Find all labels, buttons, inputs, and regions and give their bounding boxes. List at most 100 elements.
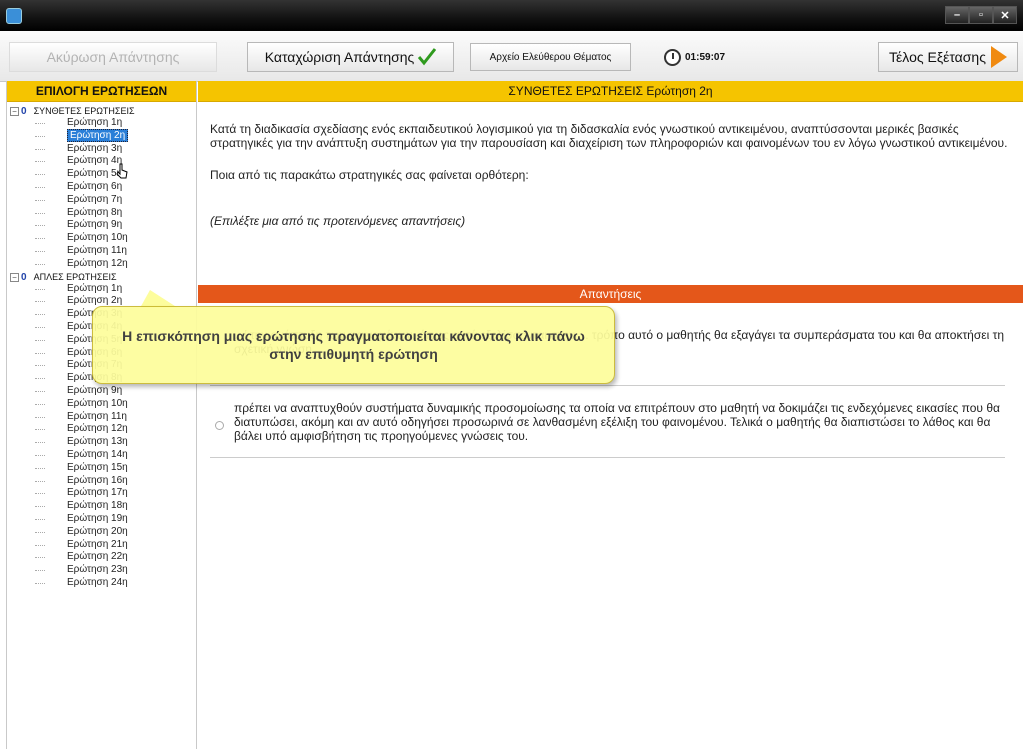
question-item[interactable]: Ερώτηση 12η [7, 258, 196, 271]
question-item[interactable]: Ερώτηση 18η [7, 500, 196, 513]
close-icon[interactable]: ✕ [993, 6, 1017, 24]
end-exam-label: Τέλος Εξέτασης [889, 49, 986, 65]
question-item-label: Ερώτηση 21η [67, 538, 128, 550]
question-item[interactable]: Ερώτηση 15η [7, 462, 196, 475]
question-item-label: Ερώτηση 1η [67, 282, 123, 294]
question-item-label: Ερώτηση 12η [67, 257, 128, 269]
question-item[interactable]: Ερώτηση 12η [7, 423, 196, 436]
group-count: 0 [21, 271, 27, 283]
question-item-label: Ερώτηση 10η [67, 232, 128, 244]
question-item-label: Ερώτηση 23η [67, 564, 128, 576]
maximize-icon[interactable]: ▫ [969, 6, 993, 24]
question-item[interactable]: Ερώτηση 22η [7, 551, 196, 564]
question-prompt: Ποια από τις παρακάτω στρατηγικές σας φα… [210, 168, 529, 182]
end-exam-button[interactable]: Τέλος Εξέτασης [878, 42, 1018, 72]
minimize-icon[interactable]: – [945, 6, 969, 24]
question-item[interactable]: Ερώτηση 7η [7, 194, 196, 207]
clock-icon [664, 49, 681, 66]
question-item[interactable]: Ερώτηση 2η [7, 128, 196, 143]
free-topic-file-label: Αρχείο Ελεύθερου Θέματος [489, 51, 612, 63]
question-item[interactable]: Ερώτηση 5η [7, 168, 196, 181]
exam-timer: 01:59:07 [664, 49, 725, 66]
tree-group[interactable]: −0 ΑΠΛΕΣ ΕΡΩΤΗΣΕΙΣ [7, 271, 196, 283]
question-item[interactable]: Ερώτηση 23η [7, 564, 196, 577]
question-item[interactable]: Ερώτηση 9η [7, 219, 196, 232]
question-item-label: Ερώτηση 9η [67, 219, 123, 231]
question-item[interactable]: Ερώτηση 3η [7, 143, 196, 156]
answers-header: Απαντήσεις [198, 285, 1023, 303]
question-item[interactable]: Ερώτηση 19η [7, 513, 196, 526]
question-item-label: Ερώτηση 17η [67, 487, 128, 499]
question-item-label: Ερώτηση 10η [67, 397, 128, 409]
question-item-label: Ερώτηση 20η [67, 525, 128, 537]
question-item-label: Ερώτηση 2η [67, 295, 123, 307]
answer-option-2[interactable]: πρέπει να αναπτυχθούν συστήματα δυναμική… [210, 401, 1005, 443]
toolbar: Ακύρωση Απάντησης Καταχώριση Απάντησης Α… [0, 31, 1023, 82]
question-header: ΣΥΝΘΕΤΕΣ ΕΡΩΤΗΣΕΙΣ Ερώτηση 2η [198, 81, 1023, 102]
question-hint: (Επιλέξτε μια από τις προτεινόμενες απαν… [210, 214, 466, 228]
sidebar-title: ΕΠΙΛΟΓΗ ΕΡΩΤΗΣΕΩΝ [7, 81, 196, 102]
question-item-label: Ερώτηση 11η [67, 244, 127, 256]
question-item-label: Ερώτηση 12η [67, 423, 128, 435]
question-item-label: Ερώτηση 19η [67, 512, 128, 524]
tree-group[interactable]: −0 ΣΥΝΘΕΤΕΣ ΕΡΩΤΗΣΕΙΣ [7, 105, 196, 117]
mouse-cursor-icon [116, 163, 128, 179]
free-topic-file-button[interactable]: Αρχείο Ελεύθερου Θέματος [470, 43, 631, 71]
answer-divider [210, 385, 1005, 386]
question-item[interactable]: Ερώτηση 17η [7, 487, 196, 500]
window-titlebar: – ▫ ✕ [0, 0, 1023, 31]
submit-answer-button[interactable]: Καταχώριση Απάντησης [247, 42, 454, 72]
question-item-label: Ερώτηση 14η [67, 448, 128, 460]
question-item[interactable]: Ερώτηση 9η [7, 385, 196, 398]
question-item[interactable]: Ερώτηση 11η [7, 411, 196, 424]
answer-divider [210, 457, 1005, 458]
question-item[interactable]: Ερώτηση 16η [7, 475, 196, 488]
question-item-label: Ερώτηση 24η [67, 576, 128, 588]
question-item[interactable]: Ερώτηση 20η [7, 526, 196, 539]
question-text: Κατά τη διαδικασία σχεδίασης ενός εκπαιδ… [210, 122, 1008, 150]
question-item[interactable]: Ερώτηση 6η [7, 181, 196, 194]
question-item[interactable]: Ερώτηση 13η [7, 436, 196, 449]
submit-answer-label: Καταχώριση Απάντησης [264, 49, 415, 65]
group-count: 0 [21, 106, 27, 117]
cancel-answer-button[interactable]: Ακύρωση Απάντησης [9, 42, 217, 72]
question-item[interactable]: Ερώτηση 14η [7, 449, 196, 462]
app-icon [6, 8, 22, 24]
question-item[interactable]: Ερώτηση 11η [7, 245, 196, 258]
question-item-label: Ερώτηση 3η [67, 142, 123, 154]
cancel-answer-label: Ακύρωση Απάντησης [46, 49, 180, 65]
question-item-label: Ερώτηση 7η [67, 193, 123, 205]
question-item[interactable]: Ερώτηση 24η [7, 577, 196, 590]
question-item-label: Ερώτηση 11η [67, 410, 127, 422]
answer-radio[interactable] [215, 421, 224, 430]
question-item[interactable]: Ερώτηση 1η [7, 117, 196, 130]
question-item-label: Ερώτηση 2η [67, 128, 129, 142]
question-item-label: Ερώτηση 5η [67, 168, 123, 180]
window-controls: – ▫ ✕ [945, 6, 1017, 24]
timer-value: 01:59:07 [685, 52, 726, 63]
help-tooltip: Η επισκόπηση μιας ερώτησης πραγματοποιεί… [92, 306, 615, 384]
group-name: ΑΠΛΕΣ ΕΡΩΤΗΣΕΙΣ [33, 271, 117, 282]
question-item[interactable]: Ερώτηση 21η [7, 539, 196, 552]
group-name: ΣΥΝΘΕΤΕΣ ΕΡΩΤΗΣΕΙΣ [33, 106, 135, 116]
question-item-label: Ερώτηση 15η [67, 461, 128, 473]
collapse-icon[interactable]: − [10, 272, 19, 282]
answer-option-text: πρέπει να αναπτυχθούν συστήματα δυναμική… [234, 401, 1000, 443]
question-selection-panel: ΕΠΙΛΟΓΗ ΕΡΩΤΗΣΕΩΝ −0 ΣΥΝΘΕΤΕΣ ΕΡΩΤΗΣΕΙΣ Ερ… [6, 81, 197, 749]
question-item-label: Ερώτηση 4η [67, 155, 123, 167]
question-item[interactable]: Ερώτηση 4η [7, 155, 196, 168]
tooltip-text: Η επισκόπηση μιας ερώτησης πραγματοποιεί… [122, 328, 585, 362]
question-item-label: Ερώτηση 8η [67, 206, 123, 218]
play-arrow-icon [990, 46, 1007, 68]
question-body: Κατά τη διαδικασία σχεδίασης ενός εκπαιδ… [198, 102, 1023, 282]
question-item-label: Ερώτηση 1η [67, 117, 123, 128]
checkmark-icon [418, 48, 437, 66]
question-item[interactable]: Ερώτηση 8η [7, 207, 196, 220]
question-item-label: Ερώτηση 9η [67, 384, 123, 396]
collapse-icon[interactable]: − [10, 107, 19, 116]
question-item-label: Ερώτηση 13η [67, 436, 128, 448]
question-item[interactable]: Ερώτηση 10η [7, 398, 196, 411]
question-item-label: Ερώτηση 16η [67, 474, 128, 486]
question-item[interactable]: Ερώτηση 10η [7, 232, 196, 245]
question-item-label: Ερώτηση 22η [67, 551, 128, 563]
